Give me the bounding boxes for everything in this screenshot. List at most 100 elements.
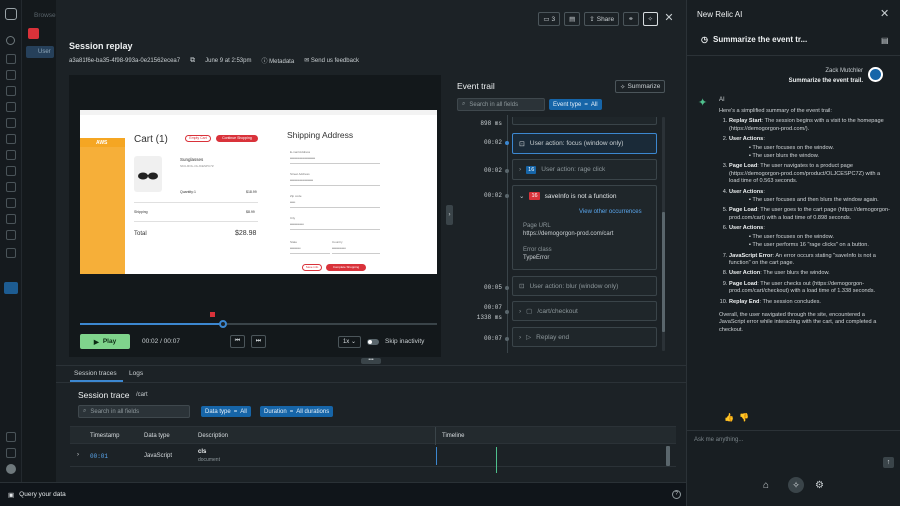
help-icon[interactable]: ?	[672, 490, 681, 499]
avatar[interactable]	[6, 464, 16, 474]
column-header[interactable]: Data type	[144, 433, 170, 439]
dashboard-icon[interactable]	[6, 102, 16, 112]
metadata-link[interactable]: ⓘ Metadata	[261, 56, 294, 65]
summary-subitem: ▪ The user focuses on the window.	[749, 144, 834, 151]
ai-input[interactable]: Ask me anything...	[694, 437, 743, 443]
trace-search-input[interactable]: ⌕ Search in all fields	[78, 405, 190, 418]
column-header[interactable]: Timestamp	[90, 433, 119, 439]
new-relic-logo[interactable]	[5, 8, 17, 20]
street-field[interactable]: Street Address ••••••••••••••••••••••	[290, 172, 380, 186]
play-button[interactable]: ▶ Play	[80, 334, 130, 349]
user-avatar	[868, 67, 883, 82]
save-info-button[interactable]: Save info	[302, 264, 322, 271]
event-card-focus[interactable]: ⊡ User action: focus (window only)	[512, 133, 657, 154]
scrubber-handle[interactable]	[218, 320, 227, 328]
product-price: $18.99	[246, 190, 257, 194]
event-dot	[505, 310, 509, 314]
tab-logs[interactable]: Logs	[129, 370, 143, 377]
add-icon[interactable]	[6, 54, 16, 64]
close-icon[interactable]: ✕	[662, 12, 676, 26]
quantity: Quantity:1	[180, 190, 196, 194]
close-icon[interactable]: ✕	[880, 7, 889, 20]
user-tab[interactable]: User	[26, 46, 54, 58]
speed-select[interactable]: 1x ⌄	[337, 335, 361, 348]
alerts-icon[interactable]	[6, 118, 16, 128]
place-order-button[interactable]: Complete Shopping	[326, 264, 366, 271]
apps-icon[interactable]	[6, 70, 16, 80]
session-date: June 9 at 2:53pm	[205, 57, 252, 64]
event-card-checkout[interactable]: › ▢/cart/checkout	[512, 301, 657, 321]
country-field[interactable]: Country •••••••••••••	[332, 240, 380, 254]
session-info: a3a81f6e-ba35-4f98-993a-0e21562ecea7 ⧉ J…	[69, 56, 359, 66]
data-type-filter[interactable]: Data type = All	[201, 406, 251, 417]
email-field[interactable]: E-mail Address ••••••••••••••••••••••••	[290, 150, 380, 164]
share-button[interactable]: ⇪ Share	[584, 12, 620, 26]
tab-session-traces[interactable]: Session traces	[74, 370, 117, 377]
export-button[interactable]: ▤	[564, 12, 581, 26]
more-icon[interactable]	[6, 248, 16, 258]
previous-icon[interactable]: ⏮	[229, 335, 245, 348]
table-row[interactable]: › 00:01 JavaScript cls document	[70, 445, 676, 473]
event-time: 1338 ms	[476, 314, 502, 321]
home-icon[interactable]: ⌂	[763, 480, 769, 491]
synthetics-icon[interactable]	[6, 198, 16, 208]
resize-handle[interactable]: •••	[361, 358, 381, 364]
replay-viewport[interactable]: AWS Cart (1) Empty Cart Continue Shoppin…	[80, 110, 437, 274]
continue-shopping-button[interactable]: Continue Shopping	[216, 135, 258, 142]
thumbs-down-icon[interactable]: 👎	[739, 413, 749, 422]
settings-icon[interactable]: ⚙	[815, 480, 824, 491]
app-badge	[28, 28, 39, 39]
copy-link-button[interactable]: ⚭	[623, 12, 639, 26]
chevron-right-icon: ›	[519, 307, 522, 315]
next-icon[interactable]: ⏭	[250, 335, 266, 348]
error-marker[interactable]	[210, 312, 215, 317]
event-card-rage-click[interactable]: › 16 User action: rage click	[512, 159, 657, 180]
summarize-button[interactable]: ✧ Summarize	[615, 80, 666, 93]
logs-icon[interactable]	[6, 214, 16, 224]
errors-icon[interactable]	[6, 230, 16, 240]
thumbs-up-icon[interactable]: 👍	[724, 413, 734, 422]
catalog-icon[interactable]	[6, 86, 16, 96]
column-header[interactable]: Timeline	[442, 433, 464, 439]
city-field[interactable]: City •••••••••••••	[290, 216, 380, 230]
hosts-icon[interactable]	[6, 150, 16, 160]
event-time: 00:02	[483, 139, 502, 146]
event-card-blur[interactable]: ⊡ User action: blur (window only)	[512, 276, 657, 296]
ai-chat-icon[interactable]: ✧	[788, 477, 804, 493]
ai-assistant-button[interactable]: ✧	[642, 12, 658, 26]
help-icon[interactable]	[6, 432, 16, 442]
table-scrollbar[interactable]	[666, 446, 670, 466]
empty-cart-button[interactable]: Empty Cart	[185, 135, 211, 142]
expand-icon[interactable]: ›	[77, 452, 79, 458]
new-chat-icon[interactable]: ▤	[881, 36, 889, 45]
view-occurrences-link[interactable]: View other occurrences	[579, 209, 642, 215]
event-type-filter[interactable]: Event type = All	[549, 99, 602, 110]
duration-filter[interactable]: Duration = All durations	[260, 406, 334, 417]
query-data-button[interactable]: ▣ Query your data	[8, 491, 66, 499]
event-card-error[interactable]: ⌄ 16 saveInfo is not a function View other…	[512, 185, 657, 270]
send-icon[interactable]: ↑	[883, 457, 894, 468]
search-icon[interactable]	[6, 36, 15, 45]
trace-path: /cart	[136, 392, 148, 398]
feedback-icon: ✉	[304, 58, 310, 64]
event-card[interactable]	[512, 117, 657, 125]
apm-icon[interactable]	[6, 134, 16, 144]
event-card-replay-end[interactable]: › ▷ Replay end	[512, 327, 657, 347]
mobile-icon[interactable]	[6, 182, 16, 192]
history-icon[interactable]: ◷	[701, 35, 708, 44]
copy-icon[interactable]: ⧉	[190, 57, 195, 65]
notifications-icon[interactable]	[6, 448, 16, 458]
event-scrollbar[interactable]	[662, 117, 665, 351]
event-search-input[interactable]: ⌕ Search in all fields	[457, 98, 545, 111]
zip-field[interactable]: Zip code •••••	[290, 194, 380, 208]
event-time: 00:07	[483, 335, 502, 342]
browser-icon[interactable]	[6, 166, 16, 176]
feedback-link[interactable]: ✉ Send us feedback	[304, 57, 359, 64]
skip-inactivity-toggle[interactable]	[367, 338, 379, 345]
session-replay-nav-icon[interactable]	[4, 282, 18, 294]
total-label: Total	[134, 231, 147, 237]
comments-button[interactable]: ▭ 3	[538, 12, 561, 26]
conversation-title: ◷ Summarize the event tr...	[701, 35, 808, 44]
column-header[interactable]: Description	[198, 433, 228, 439]
state-field[interactable]: State ••••••••••	[290, 240, 330, 254]
